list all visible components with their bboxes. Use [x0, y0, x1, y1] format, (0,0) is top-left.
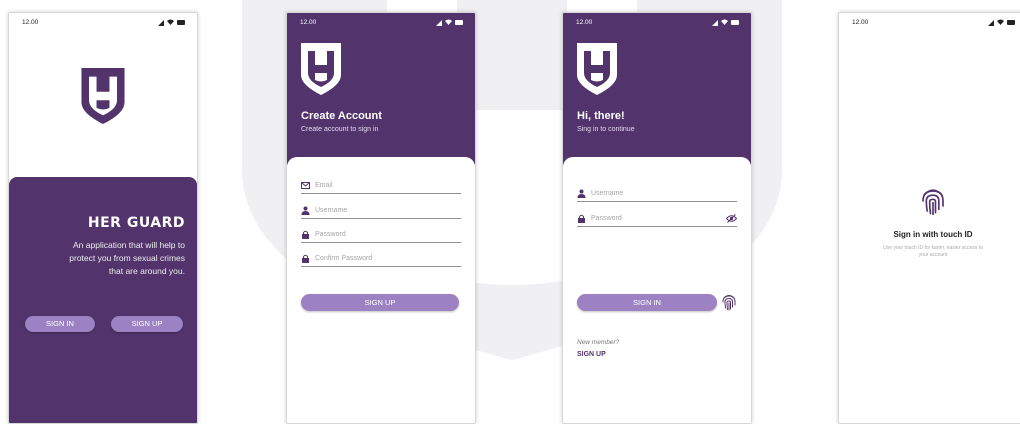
welcome-panel: HER GUARD An application that will help …	[9, 177, 197, 423]
page-subtitle: Create account to sign in	[301, 126, 379, 133]
status-bar: 12.00	[9, 13, 197, 31]
lock-icon	[578, 214, 585, 223]
sign-up-link[interactable]: SIGN UP	[577, 351, 606, 358]
username-placeholder: Username	[591, 190, 624, 197]
mail-icon	[301, 182, 310, 189]
sign-up-button[interactable]: SIGN UP	[301, 294, 459, 311]
page-title: Hi, there!	[577, 110, 625, 122]
confirm-password-placeholder: Confirm Password	[315, 255, 373, 262]
password-placeholder: Password	[591, 215, 622, 222]
status-icons	[988, 19, 1015, 26]
username-field[interactable]: Username	[301, 206, 461, 219]
sign-in-button[interactable]: SIGN IN	[577, 294, 717, 311]
status-time: 12.00	[576, 19, 593, 26]
splash-screen: 12.00 HER GUARD An application that will…	[8, 12, 198, 424]
sign-in-button[interactable]: SIGN IN	[25, 316, 95, 332]
status-bar: 12.00	[839, 13, 1020, 31]
email-placeholder: Email	[315, 182, 333, 189]
lock-icon	[302, 230, 309, 239]
signup-form: Email Username Password Confirm Password…	[287, 157, 475, 423]
lock-icon	[302, 254, 309, 263]
create-account-screen: Create Account Create account to sign in…	[286, 12, 476, 424]
sign-up-button[interactable]: SIGN UP	[111, 316, 183, 332]
app-description: An application that will help to protect…	[69, 240, 185, 276]
username-placeholder: Username	[315, 207, 348, 214]
fingerprint-icon[interactable]	[721, 293, 737, 311]
email-field[interactable]: Email	[301, 181, 461, 194]
user-icon	[577, 189, 586, 198]
header: Create Account Create account to sign in	[287, 13, 475, 165]
status-time: 12.00	[852, 19, 869, 26]
status-icons	[436, 19, 463, 26]
status-bar: 12.00	[563, 13, 751, 31]
touch-id-screen: 12.00 Sign in with touch ID Use your tou…	[838, 12, 1020, 424]
her-guard-logo	[301, 43, 341, 95]
confirm-password-field[interactable]: Confirm Password	[301, 254, 461, 267]
touch-id-title: Sign in with touch ID	[893, 230, 973, 239]
status-icons	[158, 19, 185, 26]
status-time: 12.00	[300, 19, 317, 26]
page-title: Create Account	[301, 110, 382, 122]
her-guard-logo	[81, 68, 125, 124]
password-field[interactable]: Password	[577, 214, 737, 227]
new-member-text: New member?	[577, 339, 620, 346]
status-bar: 12.00	[287, 13, 475, 31]
user-icon	[301, 206, 310, 215]
status-time: 12.00	[22, 19, 39, 26]
password-field[interactable]: Password	[301, 230, 461, 243]
page-subtitle: Sing in to continue	[577, 126, 635, 133]
username-field[interactable]: Username	[577, 189, 737, 202]
signin-form: Username Password SIGN IN New member? SI…	[563, 157, 751, 423]
header: Hi, there! Sing in to continue	[563, 13, 751, 165]
her-guard-logo	[577, 43, 617, 95]
fingerprint-icon[interactable]	[919, 186, 947, 216]
status-icons	[712, 19, 739, 26]
sign-in-screen: Hi, there! Sing in to continue 12.00 Use…	[562, 12, 752, 424]
touch-id-subtitle: Use your touch ID for faster, easier acc…	[883, 245, 983, 258]
app-title: HER GUARD	[87, 215, 185, 231]
hide-password-icon[interactable]	[726, 214, 737, 223]
password-placeholder: Password	[315, 231, 346, 238]
